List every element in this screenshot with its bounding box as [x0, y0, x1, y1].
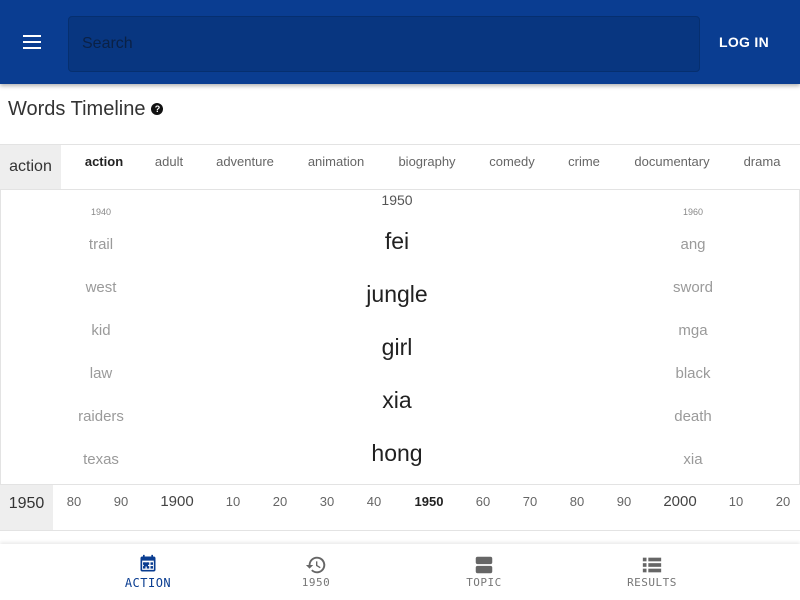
right-word[interactable]: xia: [683, 451, 702, 468]
search-box[interactable]: [68, 16, 700, 72]
genre-tab-comedy[interactable]: comedy: [489, 145, 535, 189]
genre-tab-adult[interactable]: adult: [155, 145, 183, 189]
center-year-label: 1950: [381, 192, 413, 208]
left-word[interactable]: texas: [83, 451, 119, 468]
nav-year-label: 1950: [301, 576, 331, 589]
year-tick[interactable]: 70: [523, 485, 537, 530]
list-icon: [642, 557, 662, 573]
left-word[interactable]: law: [90, 365, 113, 382]
login-button[interactable]: LOG IN: [716, 32, 772, 52]
right-word[interactable]: ang: [680, 236, 705, 253]
menu-icon[interactable]: [14, 28, 50, 56]
year-tick[interactable]: 60: [476, 485, 490, 530]
year-slider: 1950 80 90 1900 10 20 30 40 1950 60 70 8…: [0, 484, 800, 531]
left-word[interactable]: raiders: [78, 408, 124, 425]
genre-tab-adventure[interactable]: adventure: [216, 145, 274, 189]
right-word[interactable]: death: [674, 408, 712, 425]
current-genre: action: [0, 145, 61, 189]
year-tick[interactable]: 80: [570, 485, 584, 530]
right-word[interactable]: black: [675, 365, 710, 382]
genre-tab-drama[interactable]: drama: [744, 145, 781, 189]
help-icon[interactable]: ?: [151, 103, 164, 115]
nav-topic[interactable]: TOPIC: [424, 544, 544, 600]
page-header: Words Timeline ?: [8, 96, 164, 122]
year-tick[interactable]: 90: [617, 485, 631, 530]
left-word[interactable]: kid: [91, 322, 110, 339]
year-tick[interactable]: 2000: [663, 485, 696, 530]
center-word[interactable]: xia: [382, 387, 411, 414]
year-tick[interactable]: 20: [273, 485, 287, 530]
genre-tab-documentary[interactable]: documentary: [634, 145, 709, 189]
genre-tab-animation[interactable]: animation: [308, 145, 364, 189]
app-bar: LOG IN: [0, 0, 800, 84]
year-tick[interactable]: 10: [729, 485, 743, 530]
genre-tabs: action action adult adventure animation …: [0, 144, 800, 190]
nav-year[interactable]: 1950: [256, 544, 376, 600]
nav-action-label: ACTION: [124, 576, 172, 590]
genre-tab-crime[interactable]: crime: [568, 145, 600, 189]
year-tick[interactable]: 30: [320, 485, 334, 530]
bottom-navigation: ACTION 1950 TOPIC RESULTS: [0, 544, 800, 600]
center-word[interactable]: hong: [371, 440, 422, 467]
nav-topic-label: TOPIC: [466, 576, 502, 589]
nav-results[interactable]: RESULTS: [592, 544, 712, 600]
right-year-label: 1960: [682, 207, 704, 217]
right-word[interactable]: mga: [678, 322, 707, 339]
nav-action[interactable]: ACTION: [88, 544, 208, 600]
year-tick-active[interactable]: 1950: [415, 485, 444, 530]
history-icon: [305, 556, 326, 574]
genre-tab-action[interactable]: action: [85, 145, 123, 189]
view-agenda-icon: [475, 556, 493, 574]
search-input[interactable]: [69, 17, 699, 71]
genre-tab-biography[interactable]: biography: [398, 145, 455, 189]
year-tick[interactable]: 10: [226, 485, 240, 530]
calendar-icon: [140, 554, 156, 572]
year-tick[interactable]: 90: [114, 485, 128, 530]
nav-results-label: RESULTS: [627, 576, 677, 589]
year-tick[interactable]: 80: [67, 485, 81, 530]
page-title: Words Timeline: [8, 97, 146, 120]
center-word[interactable]: girl: [382, 334, 413, 361]
center-word[interactable]: fei: [385, 228, 409, 255]
left-word[interactable]: trail: [89, 236, 113, 253]
left-word[interactable]: west: [86, 279, 117, 296]
year-tick[interactable]: 1900: [160, 485, 193, 530]
words-timeline: 1940 trail west kid law raiders texas 19…: [0, 190, 800, 484]
right-word[interactable]: sword: [673, 279, 713, 296]
year-tick[interactable]: 20: [776, 485, 790, 530]
current-year: 1950: [0, 485, 53, 530]
center-word[interactable]: jungle: [366, 281, 427, 308]
left-year-label: 1940: [90, 207, 112, 217]
year-tick[interactable]: 40: [367, 485, 381, 530]
